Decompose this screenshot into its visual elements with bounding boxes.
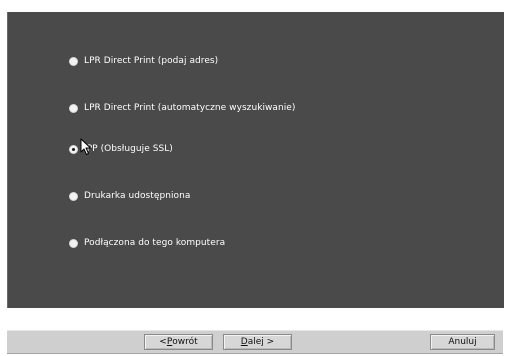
radio-shared-printer[interactable] bbox=[69, 191, 78, 201]
next-button[interactable]: Dalej > bbox=[223, 334, 292, 350]
radio-local-computer[interactable] bbox=[69, 238, 78, 248]
option-local-computer-label: Podłączona do tego komputera bbox=[84, 238, 226, 248]
radio-lpr-manual[interactable] bbox=[69, 56, 78, 66]
option-lpr-auto[interactable]: LPR Direct Print (automatyczne wyszukiwa… bbox=[69, 101, 295, 115]
installer-window: LPR Direct Print (podaj adres) LPR Direc… bbox=[0, 0, 508, 356]
option-shared-printer-label: Drukarka udostępniona bbox=[84, 191, 191, 201]
option-lpr-manual-label: LPR Direct Print (podaj adres) bbox=[84, 56, 219, 66]
radio-lpr-auto[interactable] bbox=[69, 103, 78, 113]
back-button[interactable]: < Powrót bbox=[144, 334, 213, 350]
next-button-accelerator: D bbox=[240, 337, 248, 347]
option-ipp-label: IPP (Obsługuje SSL) bbox=[84, 144, 173, 154]
option-lpr-auto-label: LPR Direct Print (automatyczne wyszukiwa… bbox=[84, 103, 296, 113]
option-lpr-manual[interactable]: LPR Direct Print (podaj adres) bbox=[69, 54, 218, 68]
radio-ipp[interactable] bbox=[69, 144, 78, 154]
connection-type-panel: LPR Direct Print (podaj adres) LPR Direc… bbox=[7, 12, 504, 308]
option-local-computer[interactable]: Podłączona do tego komputera bbox=[69, 236, 225, 250]
option-shared-printer[interactable]: Drukarka udostępniona bbox=[69, 189, 190, 203]
back-button-rest: owrót bbox=[172, 337, 198, 347]
cancel-button[interactable]: Anuluj bbox=[430, 334, 495, 350]
back-button-prefix: < bbox=[159, 337, 167, 347]
mouse-cursor-icon bbox=[80, 138, 91, 155]
next-button-rest: alej > bbox=[247, 337, 275, 347]
wizard-button-bar: < Powrót Dalej > Anuluj bbox=[7, 330, 503, 354]
connection-options: LPR Direct Print (podaj adres) LPR Direc… bbox=[8, 12, 504, 308]
